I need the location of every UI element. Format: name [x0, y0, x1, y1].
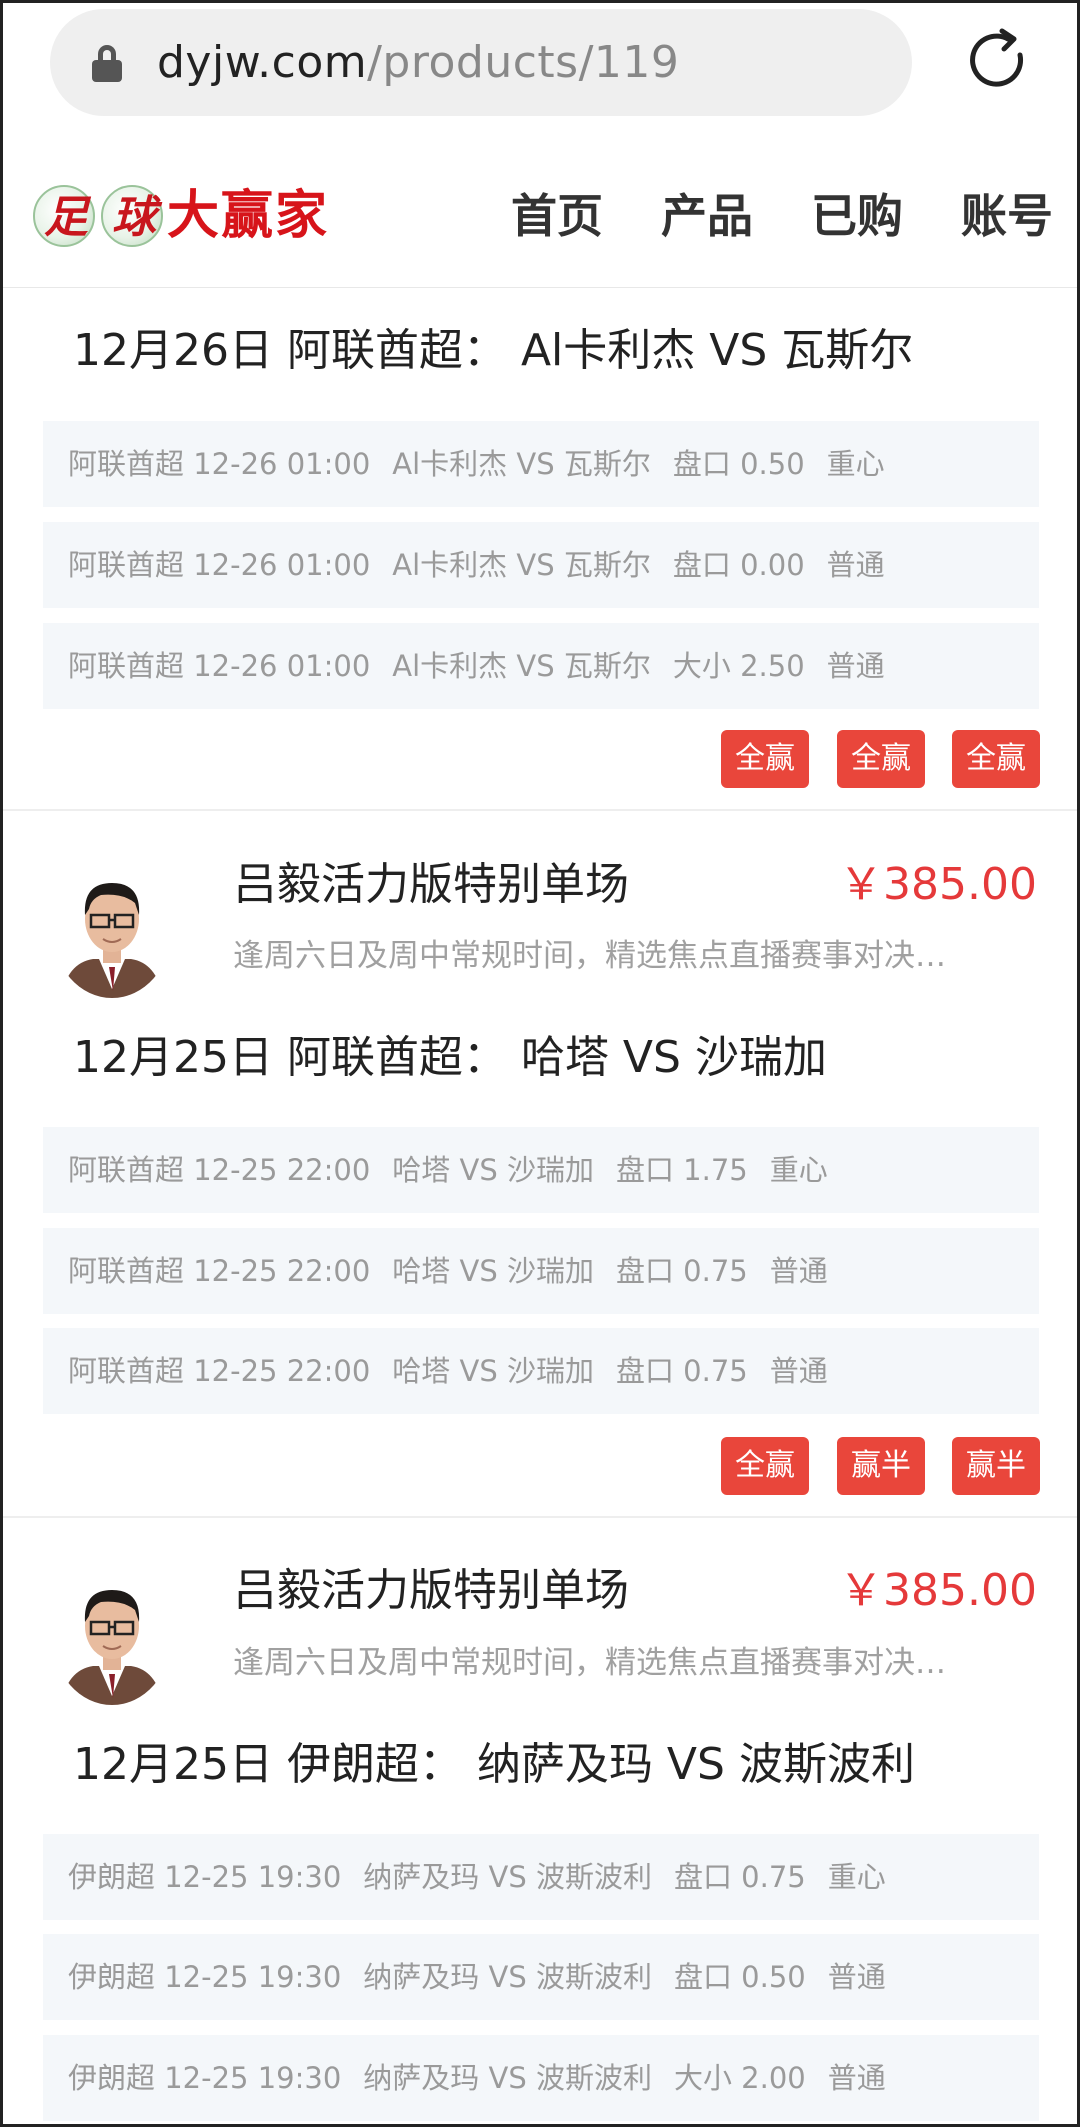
tip-type: 普通 — [769, 1354, 828, 1388]
tip-row: 伊朗超 12-25 19:30 纳萨及玛 VS 波斯波利 盘口 0.75 重心 — [43, 1834, 1039, 1920]
tip-type: 重心 — [826, 447, 885, 481]
result-badge: 全赢 — [721, 730, 809, 788]
nav-products[interactable]: 产品 — [661, 183, 753, 249]
tip-league-time: 阿联酋超 12-26 01:00 — [68, 548, 371, 582]
tip-teams: Al卡利杰 VS 瓦斯尔 — [392, 447, 651, 481]
site-logo[interactable]: 足 球 大赢家 — [33, 181, 343, 251]
tip-teams: 纳萨及玛 VS 波斯波利 — [363, 1860, 652, 1894]
tip-row: 阿联酋超 12-25 22:00 哈塔 VS 沙瑞加 盘口 0.75 普通 — [43, 1328, 1039, 1414]
logo-ball-char: 足 — [44, 192, 88, 243]
result-badge: 赢半 — [837, 1437, 925, 1495]
tip-league-time: 伊朗超 12-25 19:30 — [68, 1960, 342, 1994]
person-avatar-icon — [53, 863, 171, 998]
match-title: 12月26日 阿联酋超： Al卡利杰 VS 瓦斯尔 — [73, 325, 914, 376]
tip-league-time: 阿联酋超 12-26 01:00 — [68, 649, 371, 683]
logo-text: 大赢家 — [167, 185, 330, 246]
logo-ball-icon: 球 — [101, 185, 163, 247]
tip-type: 重心 — [827, 1860, 886, 1894]
tip-line: 盘口 1.75 — [615, 1153, 748, 1187]
tip-line: 盘口 0.75 — [615, 1354, 748, 1388]
logo-ball-char: 球 — [112, 192, 156, 243]
tip-line: 盘口 0.50 — [673, 1960, 806, 1994]
tip-row: 阿联酋超 12-25 22:00 哈塔 VS 沙瑞加 盘口 1.75 重心 — [43, 1127, 1039, 1213]
tip-teams: 纳萨及玛 VS 波斯波利 — [363, 1960, 652, 1994]
tip-type: 普通 — [769, 1254, 828, 1288]
tip-line: 盘口 0.75 — [673, 1860, 806, 1894]
result-badge: 全赢 — [837, 730, 925, 788]
tip-row: 伊朗超 12-25 19:30 纳萨及玛 VS 波斯波利 大小 2.00 普通 — [43, 2035, 1039, 2121]
product-description: 逢周六日及周中常规时间，精选焦点直播赛事对决… — [233, 1645, 946, 1681]
expert-avatar[interactable] — [53, 1570, 171, 1705]
tip-league-time: 伊朗超 12-25 19:30 — [68, 2061, 342, 2095]
tip-row: 伊朗超 12-25 19:30 纳萨及玛 VS 波斯波利 盘口 0.50 普通 — [43, 1934, 1039, 2020]
tip-type: 普通 — [827, 2061, 886, 2095]
tip-league-time: 伊朗超 12-25 19:30 — [68, 1860, 342, 1894]
product-price: ￥385.00 — [839, 859, 1037, 910]
site-header: 足 球 大赢家 首页 产品 已购 账号 — [3, 128, 1077, 288]
tip-type: 普通 — [827, 1960, 886, 1994]
tip-teams: 哈塔 VS 沙瑞加 — [392, 1354, 594, 1388]
nav-purchased[interactable]: 已购 — [811, 183, 903, 249]
tip-teams: 哈塔 VS 沙瑞加 — [392, 1254, 594, 1288]
tip-line: 盘口 0.00 — [672, 548, 805, 582]
match-title: 12月25日 阿联酋超： 哈塔 VS 沙瑞加 — [73, 1032, 827, 1083]
match-title: 12月25日 伊朗超： 纳萨及玛 VS 波斯波利 — [73, 1739, 915, 1790]
result-badge: 全赢 — [952, 730, 1040, 788]
result-badge: 赢半 — [952, 1437, 1040, 1495]
tip-teams: 哈塔 VS 沙瑞加 — [392, 1153, 594, 1187]
tip-line: 盘口 0.50 — [672, 447, 805, 481]
tip-league-time: 阿联酋超 12-25 22:00 — [68, 1254, 371, 1288]
nav-home[interactable]: 首页 — [511, 183, 603, 249]
expert-avatar[interactable] — [53, 863, 171, 998]
url-text: dyjw.com/products/119 — [157, 35, 679, 91]
tip-league-time: 阿联酋超 12-26 01:00 — [68, 447, 371, 481]
tip-league-time: 阿联酋超 12-25 22:00 — [68, 1354, 371, 1388]
tip-row: 阿联酋超 12-26 01:00 Al卡利杰 VS 瓦斯尔 盘口 0.50 重心 — [43, 421, 1039, 507]
tip-line: 大小 2.00 — [673, 2061, 806, 2095]
logo-ball-icon: 足 — [33, 185, 95, 247]
tip-line: 大小 2.50 — [672, 649, 805, 683]
browser-address-bar: dyjw.com/products/119 — [3, 3, 1077, 128]
product-price: ￥385.00 — [839, 1565, 1037, 1616]
tip-type: 普通 — [826, 649, 885, 683]
tip-league-time: 阿联酋超 12-25 22:00 — [68, 1153, 371, 1187]
tip-row: 阿联酋超 12-25 22:00 哈塔 VS 沙瑞加 盘口 0.75 普通 — [43, 1228, 1039, 1314]
result-badge: 全赢 — [721, 1437, 809, 1495]
product-name[interactable]: 吕毅活力版特别单场 — [233, 1561, 629, 1621]
tip-teams: Al卡利杰 VS 瓦斯尔 — [392, 548, 651, 582]
person-avatar-icon — [53, 1570, 171, 1705]
tip-line: 盘口 0.75 — [615, 1254, 748, 1288]
tip-row: 阿联酋超 12-26 01:00 Al卡利杰 VS 瓦斯尔 盘口 0.00 普通 — [43, 522, 1039, 608]
nav-account[interactable]: 账号 — [961, 183, 1053, 249]
reload-icon[interactable] — [962, 25, 1032, 95]
url-path: /products/119 — [367, 37, 680, 88]
product-description: 逢周六日及周中常规时间，精选焦点直播赛事对决… — [233, 938, 946, 974]
card-divider — [3, 809, 1077, 811]
lock-icon — [92, 45, 122, 82]
card-divider — [3, 1516, 1077, 1518]
tip-type: 普通 — [826, 548, 885, 582]
tip-row: 阿联酋超 12-26 01:00 Al卡利杰 VS 瓦斯尔 大小 2.50 普通 — [43, 623, 1039, 709]
url-field[interactable]: dyjw.com/products/119 — [50, 9, 912, 116]
tip-teams: 纳萨及玛 VS 波斯波利 — [363, 2061, 652, 2095]
tip-teams: Al卡利杰 VS 瓦斯尔 — [392, 649, 651, 683]
url-host: dyjw.com — [157, 37, 368, 88]
product-name[interactable]: 吕毅活力版特别单场 — [233, 855, 629, 915]
tip-type: 重心 — [769, 1153, 828, 1187]
